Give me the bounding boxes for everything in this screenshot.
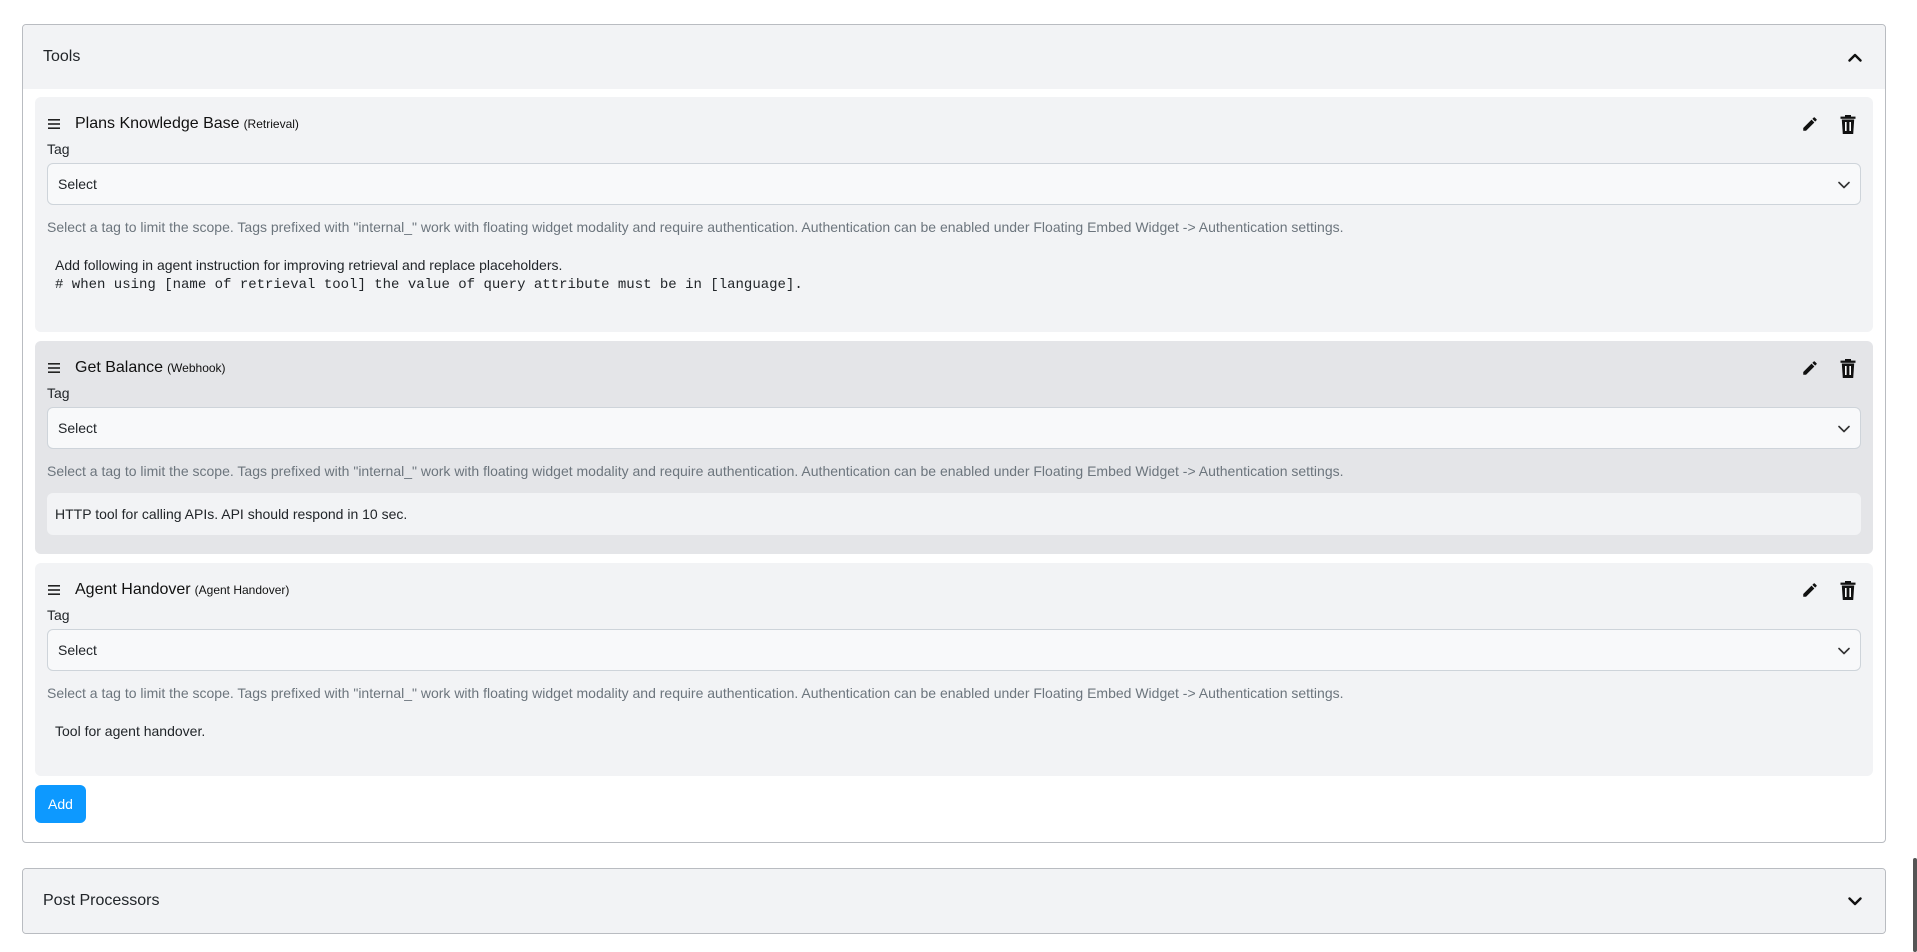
- tag-help-text: Select a tag to limit the scope. Tags pr…: [47, 685, 1344, 701]
- post-processors-panel-title: Post Processors: [43, 892, 160, 909]
- add-tool-button[interactable]: Add: [35, 785, 86, 823]
- pencil-icon[interactable]: [1799, 579, 1821, 601]
- tag-help-text: Select a tag to limit the scope. Tags pr…: [47, 219, 1344, 235]
- tag-select-value: Select: [58, 642, 97, 658]
- tool-title: Plans Knowledge Base (Retrieval): [47, 115, 299, 133]
- tag-label: Tag: [47, 607, 70, 623]
- post-processors-panel-header[interactable]: Post Processors: [23, 869, 1885, 933]
- tag-label: Tag: [47, 141, 70, 157]
- tag-select-value: Select: [58, 420, 97, 436]
- tool-info: HTTP tool for calling APIs. API should r…: [47, 493, 1861, 535]
- tool-info: Add following in agent instruction for i…: [47, 257, 1861, 293]
- drag-handle-icon[interactable]: [47, 584, 69, 596]
- tool-name: Plans Knowledge Base: [75, 115, 240, 132]
- tools-panel-title: Tools: [43, 48, 81, 65]
- tool-type: (Retrieval): [243, 117, 299, 131]
- tool-card-get-balance: Get Balance (Webhook) Tag Select Select …: [35, 341, 1873, 554]
- tool-header: Get Balance (Webhook): [47, 355, 1861, 381]
- tool-header: Plans Knowledge Base (Retrieval): [47, 111, 1861, 137]
- tools-panel-header[interactable]: Tools: [23, 25, 1885, 89]
- tool-info-code: # when using [name of retrieval tool] th…: [55, 277, 803, 293]
- tool-title: Get Balance (Webhook): [47, 359, 226, 377]
- tool-card-agent-handover: Agent Handover (Agent Handover) Tag Sele…: [35, 563, 1873, 776]
- drag-handle-icon[interactable]: [47, 118, 69, 130]
- drag-handle-icon[interactable]: [47, 362, 69, 374]
- tool-type: (Agent Handover): [194, 583, 290, 597]
- chevron-down-icon[interactable]: [1845, 891, 1865, 911]
- tool-title: Agent Handover (Agent Handover): [47, 581, 289, 599]
- tag-select[interactable]: Select: [47, 407, 1861, 449]
- chevron-down-icon: [1838, 420, 1850, 436]
- tools-list: Plans Knowledge Base (Retrieval) Tag Sel…: [23, 89, 1885, 823]
- tag-select[interactable]: Select: [47, 629, 1861, 671]
- tool-type: (Webhook): [167, 361, 226, 375]
- tag-select-value: Select: [58, 176, 97, 192]
- trash-icon[interactable]: [1837, 113, 1859, 135]
- chevron-down-icon: [1838, 176, 1850, 192]
- tools-panel: Tools Plans Knowledge Base (Retrieval) T…: [22, 24, 1886, 843]
- tool-actions: [1799, 579, 1861, 601]
- tool-actions: [1799, 357, 1861, 379]
- trash-icon[interactable]: [1837, 579, 1859, 601]
- tool-actions: [1799, 113, 1861, 135]
- tool-name: Get Balance: [75, 359, 164, 376]
- pencil-icon[interactable]: [1799, 113, 1821, 135]
- trash-icon[interactable]: [1837, 357, 1859, 379]
- chevron-up-icon[interactable]: [1845, 47, 1865, 67]
- page-scrollbar[interactable]: [1913, 858, 1917, 952]
- post-processors-panel: Post Processors: [22, 868, 1886, 934]
- tool-name: Agent Handover: [75, 581, 191, 598]
- tool-card-plans-knowledge-base: Plans Knowledge Base (Retrieval) Tag Sel…: [35, 97, 1873, 332]
- pencil-icon[interactable]: [1799, 357, 1821, 379]
- tool-header: Agent Handover (Agent Handover): [47, 577, 1861, 603]
- tool-info-text: Add following in agent instruction for i…: [55, 257, 563, 273]
- tag-label: Tag: [47, 385, 70, 401]
- tag-help-text: Select a tag to limit the scope. Tags pr…: [47, 463, 1344, 479]
- tool-info: Tool for agent handover.: [55, 723, 206, 739]
- tag-select[interactable]: Select: [47, 163, 1861, 205]
- chevron-down-icon: [1838, 642, 1850, 658]
